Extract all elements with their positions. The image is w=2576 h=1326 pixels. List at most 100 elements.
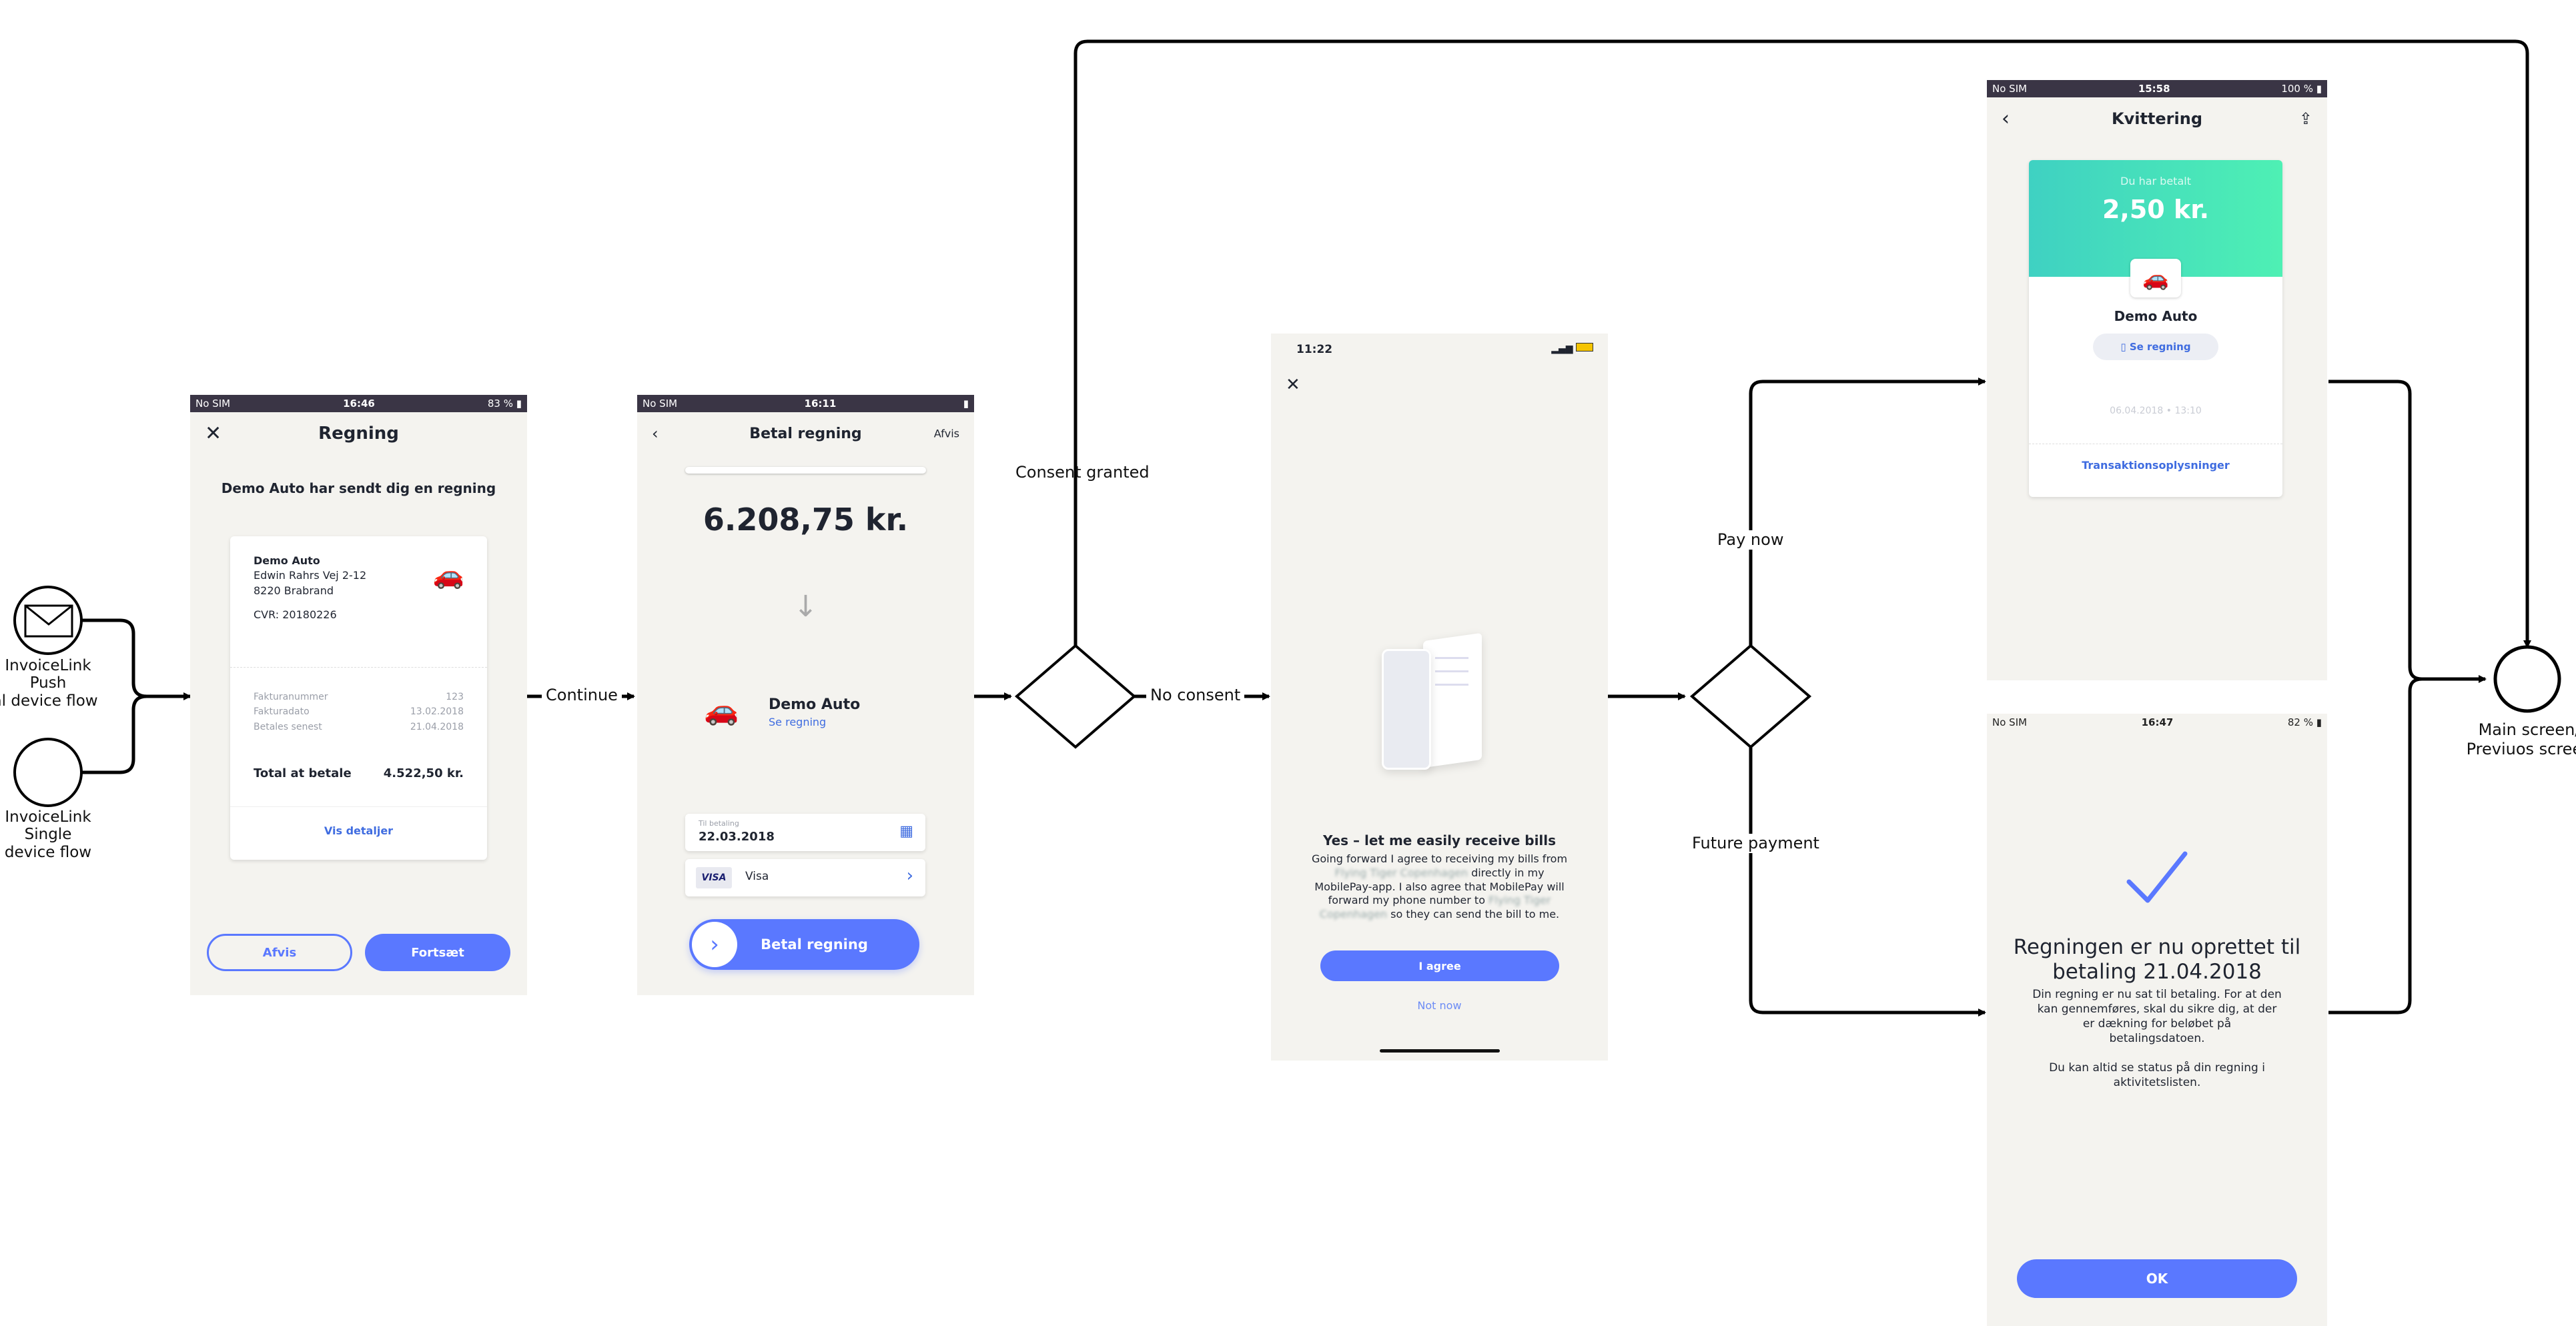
car-logo-icon: 🚗 xyxy=(2130,259,2181,297)
visa-logo-icon: VISA xyxy=(696,867,732,888)
status-bar: No SIM 15:58 100 % ▮ xyxy=(1987,80,2327,97)
merchant-name: Demo Auto xyxy=(2114,308,2198,324)
status-bar: No SIM 16:46 83 % ▮ xyxy=(190,395,527,412)
edge-future-to-end xyxy=(2328,677,2423,1015)
decline-button[interactable]: Afvis xyxy=(207,934,352,971)
status-bar: No SIM 16:47 82 % ▮ xyxy=(1987,714,2327,731)
invoice-row: Betales senest 21.04.2018 xyxy=(254,721,464,732)
sender-name: Demo Auto xyxy=(254,554,320,567)
battery-text: 100 % ▮ xyxy=(2281,83,2322,95)
date-value: 22.03.2018 xyxy=(699,830,775,844)
blurred-merchant: Copenhagen xyxy=(1319,908,1388,921)
edge-label-continue: Continue xyxy=(542,686,622,705)
blurred-merchant: Flying Tiger Copenhagen xyxy=(1334,866,1468,879)
calendar-icon[interactable]: ▦ xyxy=(899,823,913,840)
continue-button[interactable]: Fortsæt xyxy=(365,934,510,971)
arrow-down-icon: ↓ xyxy=(793,590,818,624)
share-icon[interactable]: ⇪ xyxy=(2299,109,2312,128)
card-name: Visa xyxy=(745,870,769,883)
nav-bar: ‹ Betal regning Afvis xyxy=(637,412,974,455)
screen-future-payment: No SIM 16:47 82 % ▮ Regningen er nu opre… xyxy=(1987,714,2327,1326)
confirmation-body: Din regning er nu sat til betaling. For … xyxy=(2032,988,2282,1090)
confirmation-headline: Regningen er nu oprettet til betaling 21… xyxy=(2013,935,2301,984)
start-label-single: InvoiceLink Single device flow xyxy=(4,808,92,861)
screen-betal: No SIM 16:11 ▮ ‹ Betal regning Afvis 6.2… xyxy=(637,395,974,995)
screen-consent: 11:22 ▂▄▆ ✕ Yes – let me easily receive … xyxy=(1271,334,1608,1061)
clock-text: 16:11 xyxy=(804,398,837,410)
close-icon[interactable]: ✕ xyxy=(1286,375,1300,395)
checkmark-icon xyxy=(1987,847,2327,910)
clock-text: 15:58 xyxy=(2138,83,2170,95)
edge-future-payment xyxy=(1749,747,1986,1017)
screen-regning: No SIM 16:46 83 % ▮ ✕ Regning Demo Auto … xyxy=(190,395,527,995)
end-node xyxy=(2493,645,2561,713)
invoice-rows: Fakturanummer 123 Fakturadato 13.02.2018 B… xyxy=(254,690,464,734)
battery-text: 83 % ▮ xyxy=(487,398,522,410)
progress-bar xyxy=(685,467,926,474)
pay-button-label: Betal regning xyxy=(761,936,868,952)
details-link[interactable]: Vis detaljer xyxy=(230,824,487,837)
document-icon: ▯ xyxy=(2120,341,2130,353)
consent-body: Going forward I agree to receiving my bi… xyxy=(1311,852,1568,921)
clock-text: 16:47 xyxy=(2141,716,2174,728)
decline-link[interactable]: Afvis xyxy=(934,428,959,440)
bill-headline: Demo Auto har sendt dig en regning xyxy=(221,480,496,496)
paid-amount: 2,50 kr. xyxy=(2102,195,2209,224)
slider-thumb-chevron-icon[interactable]: › xyxy=(692,922,737,967)
sender-address-2: 8220 Brabrand xyxy=(254,584,334,597)
carrier-text: No SIM xyxy=(1992,716,2028,728)
start-label-push: InvoiceLink Push ual device flow xyxy=(0,657,98,710)
receipt-timestamp: 06.04.2018 • 13:10 xyxy=(2110,406,2202,416)
car-logo-icon: 🚗 xyxy=(704,694,739,726)
see-bill-chip[interactable]: ▯ Se regning xyxy=(2093,334,2218,360)
total-row: Total at betale 4.522,50 kr. xyxy=(254,766,464,780)
edge-receipt-to-end xyxy=(2328,380,2487,683)
start-node-single xyxy=(13,738,83,807)
edge-label-pay-now: Pay now xyxy=(1713,530,1788,550)
ok-button[interactable]: OK xyxy=(2017,1259,2297,1298)
edge-label-future-payment: Future payment xyxy=(1688,834,1823,853)
invoice-row: Fakturadato 13.02.2018 xyxy=(254,706,464,718)
see-bill-link[interactable]: Se regning xyxy=(769,716,860,728)
consent-decision xyxy=(1014,644,1137,749)
transaction-details-link[interactable]: Transaktionsoplysninger xyxy=(2029,459,2282,472)
page-title: Betal regning xyxy=(749,425,862,442)
blurred-merchant: Flying Tiger xyxy=(1488,894,1551,907)
payment-decision xyxy=(1689,644,1812,749)
card-selector[interactable]: VISA Visa › xyxy=(685,859,925,896)
not-now-link[interactable]: Not now xyxy=(1271,999,1608,1012)
paid-label: Du har betalt xyxy=(2120,175,2191,187)
phone-invoice-illustration xyxy=(1382,632,1495,770)
battery-text: 82 % ▮ xyxy=(2287,716,2322,728)
back-chevron-icon[interactable]: ‹ xyxy=(652,424,659,443)
page-title: Regning xyxy=(318,424,399,444)
edge-label-consent-granted: Consent granted xyxy=(1015,463,1150,482)
date-label: Til betaling xyxy=(699,819,739,828)
nav-bar: ✕ Regning xyxy=(190,412,527,455)
date-field[interactable]: Til betaling 22.03.2018 ▦ xyxy=(685,814,925,851)
home-indicator xyxy=(1380,1049,1500,1053)
battery-icon: ▂▄▆ xyxy=(1551,343,1593,354)
carrier-text: No SIM xyxy=(642,398,678,410)
pay-slider-button[interactable]: › Betal regning xyxy=(689,919,919,970)
envelope-icon xyxy=(24,604,73,638)
edge-label-no-consent: No consent xyxy=(1146,686,1245,705)
chevron-right-icon: › xyxy=(906,866,913,886)
sender-address-1: Edwin Rahrs Vej 2-12 xyxy=(254,569,367,582)
close-icon[interactable]: ✕ xyxy=(205,422,222,446)
clock-text: 11:22 xyxy=(1296,343,1333,356)
carrier-text: No SIM xyxy=(195,398,231,410)
end-label: Main screen/ Previuos screen xyxy=(2466,720,2576,758)
clock-text: 16:46 xyxy=(343,398,375,410)
amount-text: 6.208,75 kr. xyxy=(703,502,909,538)
screen-kvittering: No SIM 15:58 100 % ▮ ‹ Kvittering ⇪ Du h… xyxy=(1987,80,2327,680)
status-bar: No SIM 16:11 ▮ xyxy=(637,395,974,412)
carrier-text: No SIM xyxy=(1992,83,2028,95)
consent-title: Yes – let me easily receive bills xyxy=(1322,832,1557,848)
battery-icon: ▮ xyxy=(963,398,969,410)
merchant-name: Demo Auto xyxy=(769,696,861,713)
back-chevron-icon[interactable]: ‹ xyxy=(2002,107,2010,131)
invoice-row: Fakturanummer 123 xyxy=(254,692,464,702)
agree-button[interactable]: I agree xyxy=(1320,950,1559,981)
nav-bar: ‹ Kvittering ⇪ xyxy=(1987,97,2327,140)
